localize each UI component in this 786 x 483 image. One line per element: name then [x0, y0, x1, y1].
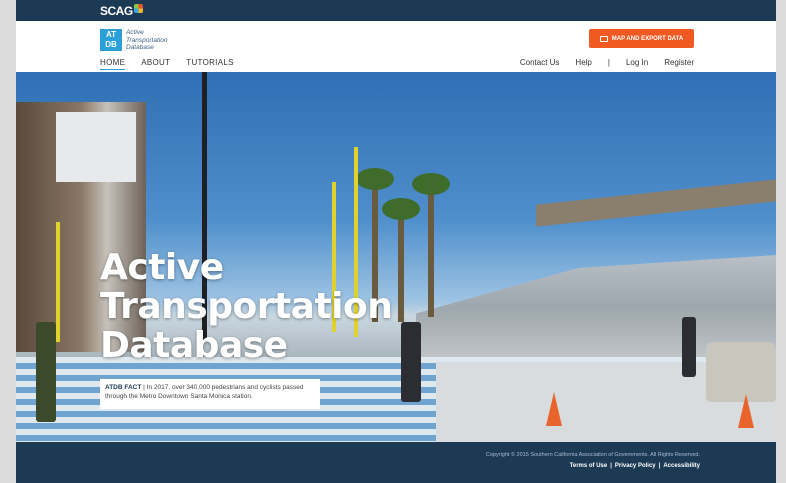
- fact-label: ATDB FACT: [105, 384, 142, 391]
- atdb-logo-icon[interactable]: AT DB: [100, 29, 122, 51]
- accessibility-link[interactable]: Accessibility: [663, 463, 700, 469]
- privacy-policy-link[interactable]: Privacy Policy: [615, 463, 656, 469]
- site-footer: Copyright © 2015 Southern California Ass…: [16, 442, 776, 483]
- hero-photo-pole: [56, 222, 60, 342]
- main-nav: HOME ABOUT TUTORIALS: [100, 58, 234, 70]
- logo-title-line2: Transportation: [126, 36, 168, 44]
- hero-banner: Active Transportation Database ATDB FACT…: [16, 72, 776, 442]
- hero-title: Active Transportation Database: [100, 247, 393, 366]
- map-and-export-button[interactable]: MAP AND EXPORT DATA: [589, 29, 694, 48]
- scag-logo-text: SCAG: [100, 4, 133, 18]
- utility-nav: Contact Us Help | Log In Register: [520, 58, 694, 67]
- hero-photo-traffic-cone: [738, 394, 754, 428]
- logo-title-line3: Database: [126, 44, 154, 51]
- hero-photo-building-scaffold: [56, 112, 136, 182]
- login-link[interactable]: Log In: [626, 58, 648, 67]
- map-and-export-label: MAP AND EXPORT DATA: [611, 35, 684, 42]
- logo-abbr-line2: DB: [105, 40, 117, 49]
- scag-logo-mark-icon: [133, 4, 143, 13]
- hero-photo-palm: [412, 173, 450, 317]
- nav-separator: |: [607, 58, 610, 67]
- hero-photo-car: [706, 342, 776, 402]
- footer-link-separator: |: [610, 463, 612, 469]
- scag-logo[interactable]: SCAG: [100, 4, 143, 18]
- nav-tutorials[interactable]: TUTORIALS: [186, 58, 233, 70]
- hero-photo-canopy: [536, 179, 776, 227]
- copyright-text: Copyright © 2015 Southern California Ass…: [485, 452, 700, 458]
- nav-home[interactable]: HOME: [100, 58, 126, 70]
- logo-abbr-line1: AT: [105, 30, 117, 39]
- help-link[interactable]: Help: [575, 58, 591, 67]
- hero-title-line1: Active: [100, 247, 224, 288]
- hero-photo-traffic-cone: [546, 392, 562, 426]
- footer-links: Terms of Use | Privacy Policy | Accessib…: [570, 463, 700, 469]
- atdb-logo-text[interactable]: Active Transportation Database: [126, 29, 167, 52]
- nav-about[interactable]: ABOUT: [141, 58, 170, 70]
- footer-link-separator: |: [658, 463, 661, 469]
- logo-title-line1: Active: [126, 29, 144, 36]
- fact-separator: |: [143, 384, 145, 391]
- browser-viewport: SCAG AT DB Active Transportation Databas…: [16, 0, 776, 483]
- hero-title-line3: Database: [100, 325, 288, 366]
- hero-title-line2: Transportation: [100, 286, 393, 327]
- terms-of-use-link[interactable]: Terms of Use: [570, 463, 608, 469]
- map-icon: [599, 35, 608, 42]
- scag-top-bar: SCAG: [16, 0, 776, 21]
- hero-photo-palm: [382, 198, 420, 322]
- hero-photo-person: [36, 322, 56, 422]
- contact-us-link[interactable]: Contact Us: [520, 58, 560, 67]
- hero-photo-person: [682, 317, 696, 377]
- site-header: AT DB Active Transportation Database MAP…: [16, 21, 776, 72]
- register-link[interactable]: Register: [664, 58, 694, 67]
- atdb-fact-box: ATDB FACT | In 2017, over 340,000 pedest…: [100, 379, 320, 409]
- hero-photo-cyclist: [401, 322, 421, 402]
